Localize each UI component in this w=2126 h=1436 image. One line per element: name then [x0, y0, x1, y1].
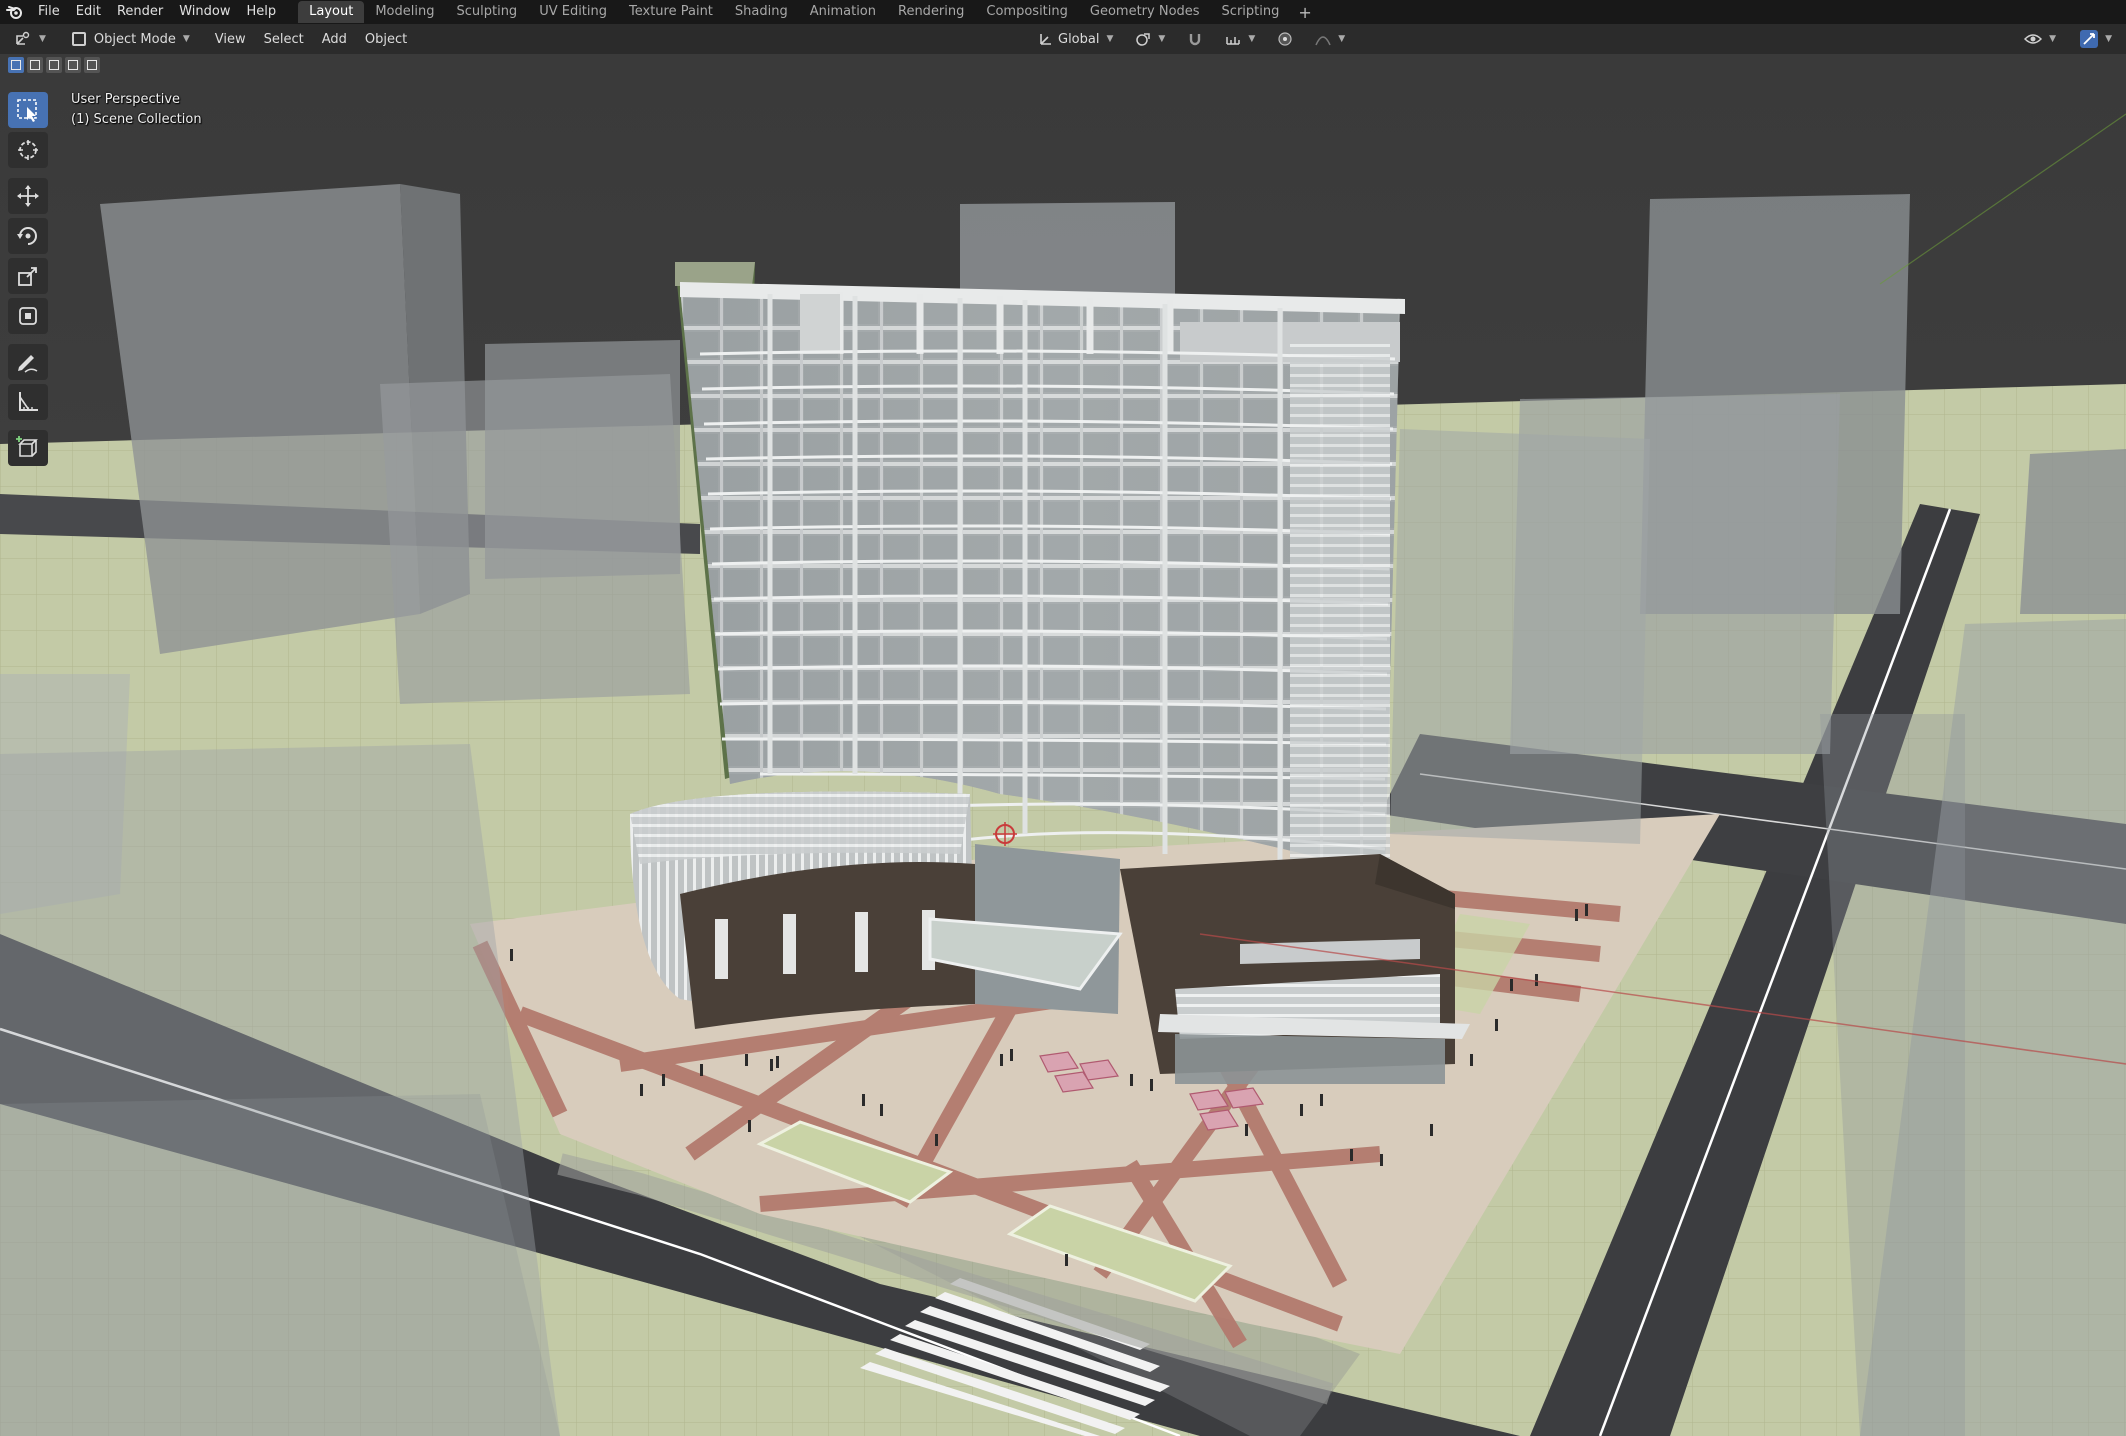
scale-tool[interactable] [8, 258, 48, 294]
chevron-down-icon: ▼ [2049, 34, 2057, 44]
tab-rendering[interactable]: Rendering [887, 1, 975, 23]
snap-target-dropdown[interactable]: ▼ [1217, 27, 1263, 51]
annotate-tool[interactable] [8, 344, 48, 380]
transform-orientation-dropdown[interactable]: Global ▼ [1030, 27, 1121, 51]
proportional-edit-icon [1278, 32, 1292, 46]
scene-render [0, 54, 2126, 1436]
chevron-down-icon: ▼ [39, 34, 46, 44]
top-menu-bar: File Edit Render Window Help Layout Mode… [0, 0, 2126, 24]
add-cube-icon [16, 436, 38, 457]
menu-add[interactable]: Add [313, 32, 356, 47]
annotate-pencil-icon [18, 355, 38, 373]
proportional-falloff-dropdown[interactable]: ▼ [1307, 27, 1353, 51]
chevron-down-icon: ▼ [1106, 34, 1114, 44]
move-tool[interactable] [8, 178, 48, 214]
eye-icon [2024, 34, 2043, 44]
tab-animation[interactable]: Animation [799, 1, 887, 23]
tab-uv-editing[interactable]: UV Editing [528, 1, 618, 23]
pivot-point-dropdown[interactable]: ▼ [1127, 27, 1173, 51]
tab-geometry-nodes[interactable]: Geometry Nodes [1079, 1, 1211, 23]
perspective-label: User Perspective [71, 92, 181, 107]
tab-sculpting[interactable]: Sculpting [445, 1, 528, 23]
transform-orientation-label: Global [1058, 31, 1100, 47]
tab-texture-paint[interactable]: Texture Paint [618, 1, 724, 23]
falloff-curve-icon [1315, 36, 1331, 46]
scale-icon [18, 267, 37, 286]
editor-type-button[interactable]: ▼ [6, 27, 54, 51]
pivot-icon [1136, 33, 1151, 46]
menu-object[interactable]: Object [356, 32, 416, 47]
menu-help[interactable]: Help [239, 0, 285, 24]
transform-controls: Global ▼ ▼ ▼ ▼ [1030, 27, 1353, 51]
menu-edit[interactable]: Edit [68, 0, 109, 24]
select-intersect-icon[interactable] [84, 57, 100, 73]
menu-file[interactable]: File [30, 0, 68, 24]
chevron-down-icon: ▼ [1158, 34, 1166, 44]
magnet-icon [1190, 34, 1201, 46]
snap-toggle[interactable] [1179, 27, 1211, 51]
tab-scripting[interactable]: Scripting [1211, 1, 1291, 23]
select-subtract-icon[interactable] [46, 57, 62, 73]
tab-shading[interactable]: Shading [724, 1, 799, 23]
tab-modeling[interactable]: Modeling [364, 1, 445, 23]
chevron-down-icon: ▼ [2105, 34, 2112, 44]
transform-icon [19, 307, 37, 325]
viewport-header: ▼ Object Mode ▼ View Select Add Object G… [0, 24, 2126, 54]
object-mode-icon [71, 32, 86, 46]
cursor-icon [18, 140, 38, 160]
rotate-icon [17, 227, 37, 245]
visibility-dropdown[interactable]: ▼ [2016, 27, 2064, 51]
select-box-tool[interactable] [8, 92, 48, 128]
proportional-editing-toggle[interactable] [1269, 27, 1301, 51]
3d-viewport[interactable]: User Perspective (1) Scene Collection [0, 54, 2126, 1436]
chevron-down-icon: ▼ [182, 34, 190, 44]
collection-label: (1) Scene Collection [71, 112, 202, 127]
gizmo-icon [2080, 30, 2099, 48]
tool-shelf [8, 92, 48, 470]
chevron-down-icon: ▼ [1248, 34, 1256, 44]
menu-select[interactable]: Select [255, 32, 313, 47]
blender-logo-icon[interactable] [0, 0, 30, 24]
mode-label: Object Mode [93, 31, 176, 47]
add-workspace-button[interactable]: + [1290, 3, 1319, 22]
editor-type-icon [16, 31, 30, 45]
select-set-new-icon[interactable] [8, 57, 24, 73]
rotate-tool[interactable] [8, 218, 48, 254]
orientation-axes-icon [1040, 34, 1051, 45]
tab-compositing[interactable]: Compositing [975, 1, 1079, 23]
select-box-icon [17, 99, 37, 122]
selection-mode-buttons [8, 57, 100, 73]
snap-increment-icon [1226, 37, 1241, 45]
workspace-tabs: Layout Modeling Sculpting UV Editing Tex… [298, 0, 1320, 24]
mode-dropdown[interactable]: Object Mode ▼ [64, 27, 198, 51]
add-cube-tool[interactable] [8, 430, 48, 466]
measure-tool[interactable] [8, 384, 48, 420]
move-icon [17, 185, 39, 207]
select-extend-icon[interactable] [27, 57, 43, 73]
gizmo-toggle[interactable]: ▼ [2072, 27, 2120, 51]
viewport-display-controls: ▼ ▼ [2016, 27, 2120, 51]
menu-window[interactable]: Window [171, 0, 238, 24]
select-invert-icon[interactable] [65, 57, 81, 73]
measure-ruler-icon [19, 392, 38, 411]
menu-view[interactable]: View [206, 32, 255, 47]
transform-tool[interactable] [8, 298, 48, 334]
cursor-tool[interactable] [8, 132, 48, 168]
tab-layout[interactable]: Layout [298, 1, 365, 23]
menu-render[interactable]: Render [109, 0, 171, 24]
viewport-info-overlay: User Perspective (1) Scene Collection [71, 90, 202, 130]
chevron-down-icon: ▼ [1338, 34, 1346, 44]
